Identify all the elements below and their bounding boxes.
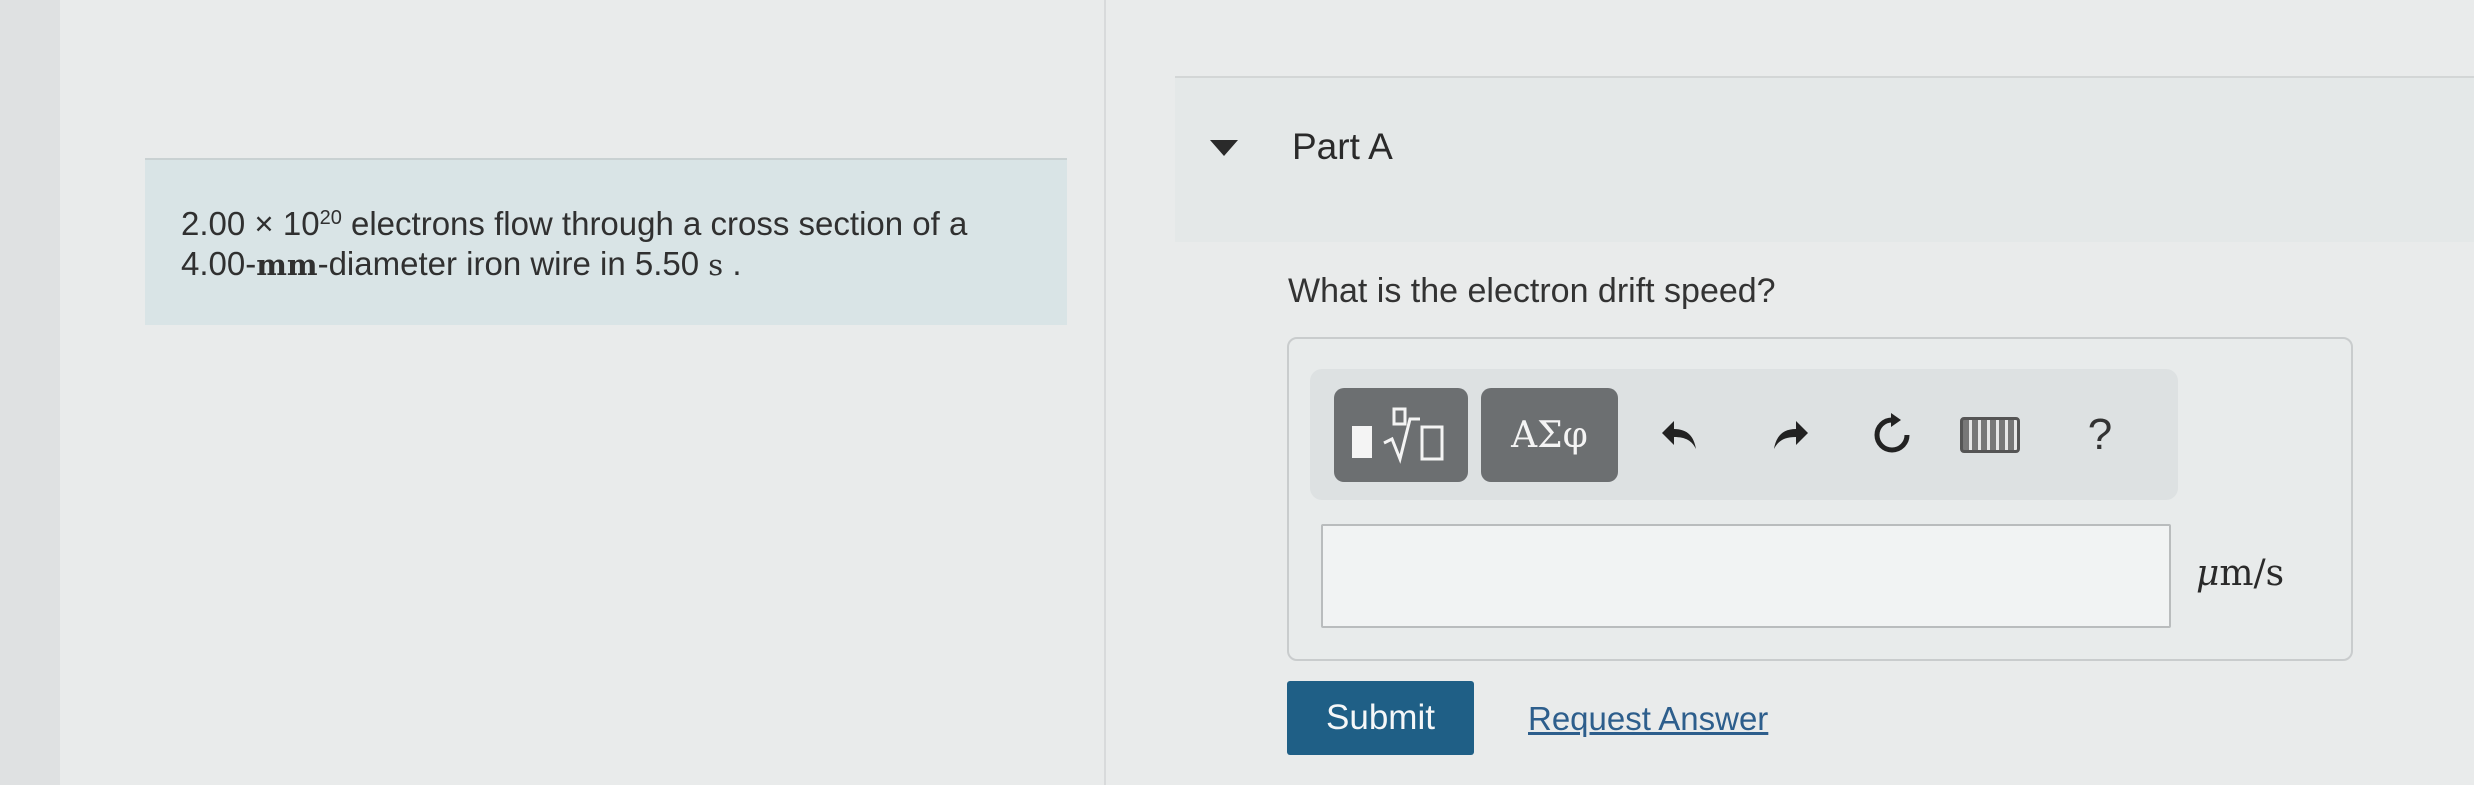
power-exponent: 20 <box>319 207 342 229</box>
diameter-unit: mm <box>256 248 318 282</box>
problem-period: . <box>732 245 742 282</box>
answer-input[interactable] <box>1321 524 2171 628</box>
problem-line1-text: electrons flow through a cross section o… <box>351 205 968 242</box>
keyboard-icon[interactable] <box>1960 400 2020 470</box>
column-divider <box>1104 0 1106 785</box>
page-edge <box>0 0 60 785</box>
part-title[interactable]: Part A <box>1292 126 1393 168</box>
answer-unit: μm/s <box>2196 553 2284 594</box>
time-value: 5.50 <box>634 245 700 282</box>
submit-button[interactable]: Submit <box>1287 681 1474 755</box>
times-symbol: × <box>254 205 274 242</box>
request-answer-link[interactable]: Request Answer <box>1528 700 1768 738</box>
problem-statement: 2.00 × 1020 electrons flow through a cro… <box>145 158 1067 325</box>
problem-text: 2.00 × 1020 electrons flow through a cro… <box>181 204 967 285</box>
question-text: What is the electron drift speed? <box>1288 272 1776 310</box>
collapse-caret-icon[interactable] <box>1210 140 1238 156</box>
redo-icon[interactable] <box>1760 400 1820 470</box>
help-icon[interactable]: ? <box>2070 400 2130 470</box>
time-unit: s <box>708 248 724 282</box>
greek-symbols-button[interactable]: ΑΣφ <box>1481 388 1618 482</box>
template-button[interactable] <box>1334 388 1468 482</box>
electron-count-coefficient: 2.00 <box>181 205 246 242</box>
unit-mu: μ <box>2196 553 2220 594</box>
block-glyph <box>1352 426 1372 458</box>
unit-rest: m/s <box>2219 553 2285 594</box>
diameter-value: 4.00- <box>181 245 257 282</box>
power-base: 10 <box>282 205 320 242</box>
problem-line2-text: -diameter iron wire in <box>317 245 635 282</box>
undo-icon[interactable] <box>1650 400 1710 470</box>
sqrt-template-icon <box>1383 407 1444 464</box>
reset-icon[interactable] <box>1862 400 1922 470</box>
